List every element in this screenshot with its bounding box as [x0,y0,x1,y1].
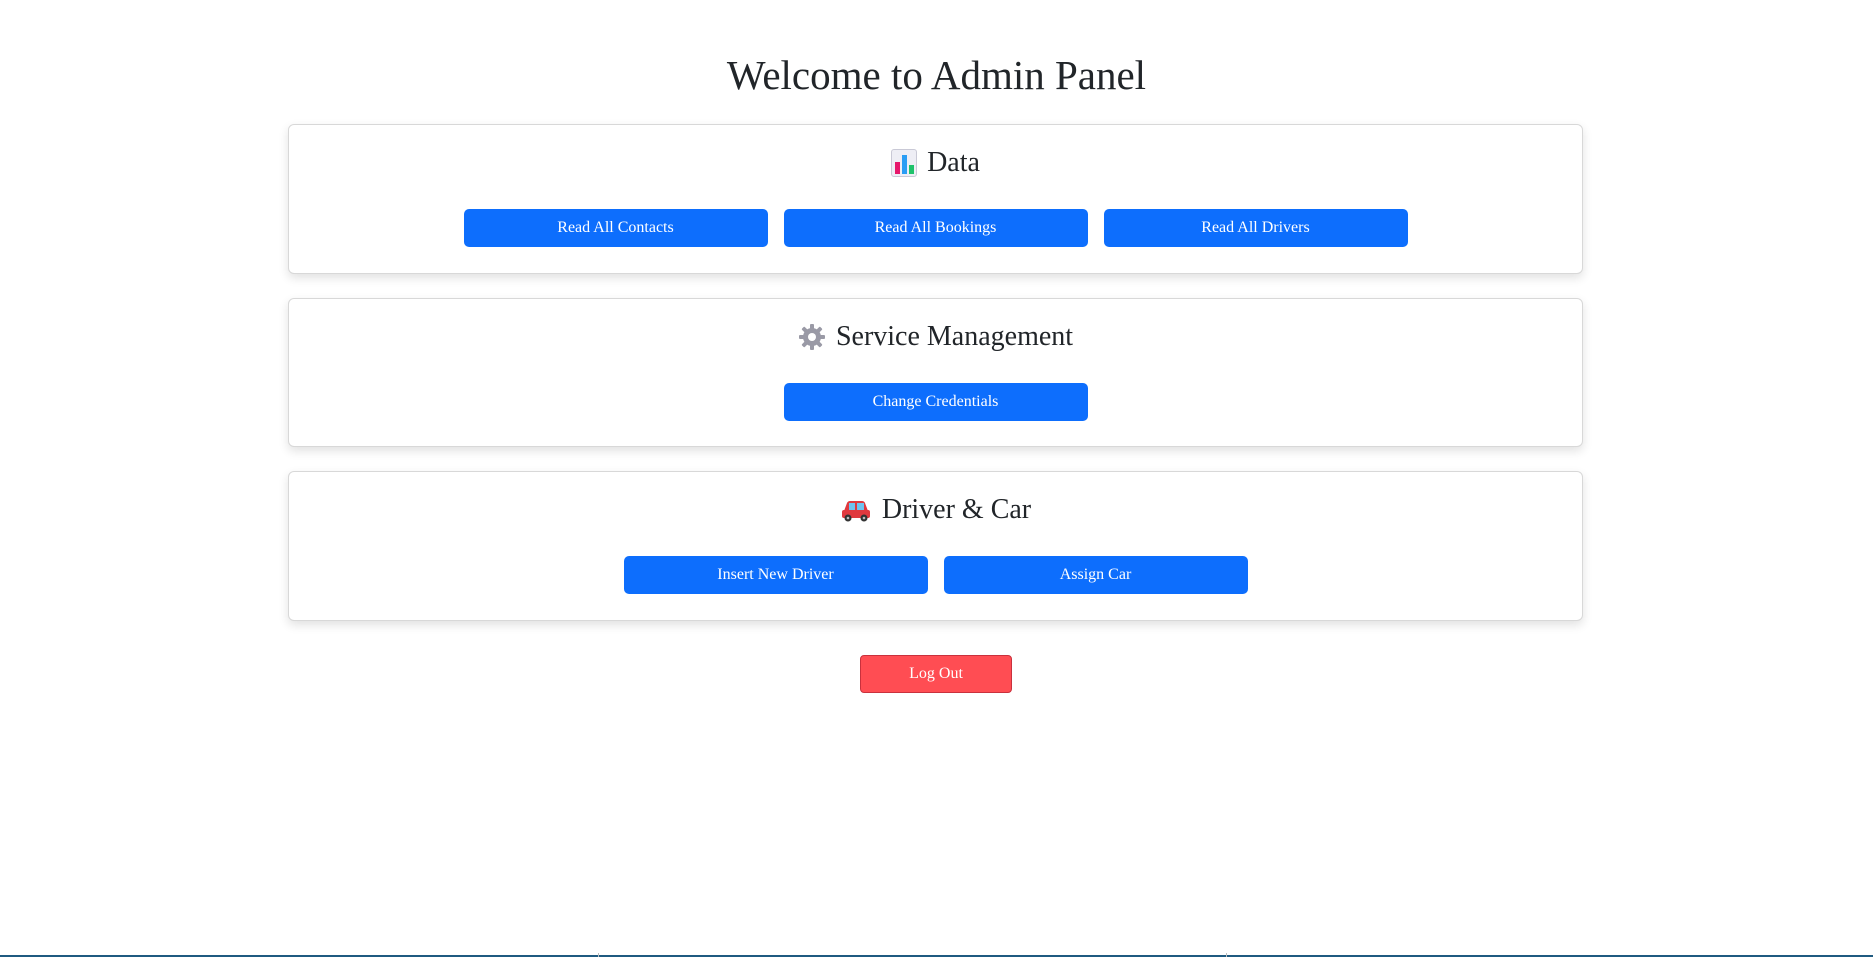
service-card-title: Service Management [835,321,1074,352]
bar-chart-icon [891,149,918,177]
bottom-divider-tick [1226,953,1227,957]
log-out-button[interactable]: Log Out [860,655,1012,693]
data-card-title: Data [927,147,980,178]
bottom-divider-tick [598,953,599,957]
data-card: Data Read All Contacts Read All Bookings… [288,124,1583,274]
read-all-bookings-button[interactable]: Read All Bookings [783,209,1088,247]
data-button-row: Read All Contacts Read All Bookings Read… [289,209,1582,247]
admin-panel-page: Welcome to Admin Panel Data Read All Con… [0,0,1873,957]
driver-button-row: Insert New Driver Assign Car [289,556,1582,594]
gear-icon [798,323,826,351]
driver-car-card: Driver & Car Insert New Driver Assign Ca… [288,471,1583,621]
change-credentials-button[interactable]: Change Credentials [783,383,1088,421]
service-card-header: Service Management [289,317,1582,357]
assign-car-button[interactable]: Assign Car [943,556,1248,594]
service-management-card: Service Management Change Credentials [288,298,1583,447]
page-title: Welcome to Admin Panel [726,52,1147,98]
driver-card-title: Driver & Car [881,494,1032,525]
read-all-drivers-button[interactable]: Read All Drivers [1103,209,1408,247]
service-button-row: Change Credentials [289,383,1582,421]
driver-card-header: Driver & Car [289,490,1582,530]
insert-new-driver-button[interactable]: Insert New Driver [623,556,928,594]
data-card-header: Data [289,143,1582,183]
car-icon [840,497,872,523]
read-all-contacts-button[interactable]: Read All Contacts [463,209,768,247]
